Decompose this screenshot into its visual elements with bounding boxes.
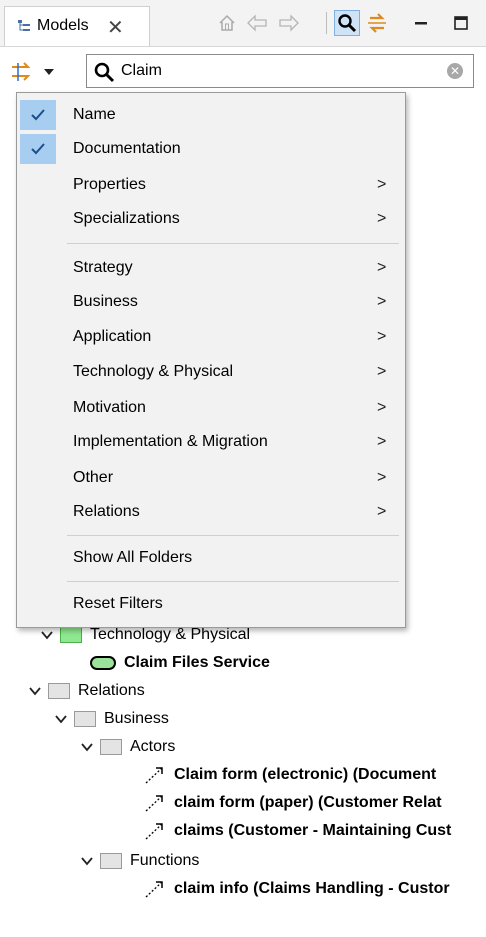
search-input[interactable]: [121, 58, 441, 84]
menu-item-technology-physical[interactable]: Technology & Physical >: [17, 355, 405, 389]
relation-icon: [145, 881, 163, 898]
minimize-icon[interactable]: [408, 10, 434, 36]
menu-item-specializations[interactable]: Specializations >: [17, 202, 405, 236]
menu-separator: [67, 581, 399, 582]
tree-label: Functions: [130, 852, 200, 869]
menu-item-implementation-migration[interactable]: Implementation & Migration >: [17, 425, 405, 459]
menu-item-label: Relations: [73, 503, 140, 520]
chevron-down-icon[interactable]: [80, 854, 94, 868]
submenu-arrow-icon: >: [377, 469, 387, 486]
check-icon: [20, 100, 56, 130]
relation-icon: [145, 767, 163, 784]
submenu-arrow-icon: >: [377, 259, 387, 276]
menu-item-label: Motivation: [73, 399, 146, 416]
tree-row-actors-folder[interactable]: Actors: [80, 734, 175, 760]
submenu-arrow-icon: >: [377, 503, 387, 520]
filter-dropdown-menu: Name Documentation Properties > Speciali…: [16, 92, 406, 628]
menu-item-label: Implementation & Migration: [73, 433, 268, 450]
tree-row-relation-item[interactable]: claims (Customer - Maintaining Cust: [144, 818, 451, 844]
submenu-arrow-icon: >: [377, 176, 387, 193]
menu-item-show-all-folders[interactable]: Show All Folders: [17, 541, 405, 575]
chevron-down-icon[interactable]: [54, 712, 68, 726]
tree-row-relation-item[interactable]: claim form (paper) (Customer Relat: [144, 790, 442, 816]
relation-icon: [145, 795, 163, 812]
folder-icon: [100, 739, 122, 755]
submenu-arrow-icon: >: [377, 293, 387, 310]
clear-search-icon[interactable]: ✕: [447, 63, 463, 79]
submenu-arrow-icon: >: [377, 328, 387, 345]
relation-icon: [145, 823, 163, 840]
link-to-editor-icon[interactable]: [364, 10, 390, 36]
submenu-arrow-icon: >: [377, 399, 387, 416]
menu-item-business[interactable]: Business >: [17, 285, 405, 319]
folder-icon: [74, 711, 96, 727]
menu-item-relations[interactable]: Relations >: [17, 495, 405, 529]
menu-item-documentation[interactable]: Documentation: [17, 132, 405, 166]
tree-row-relations-folder[interactable]: Relations: [28, 678, 145, 704]
tree-label: Technology & Physical: [90, 626, 251, 643]
toolbar-separator: [326, 12, 327, 34]
menu-item-label: Business: [73, 293, 138, 310]
menu-item-properties[interactable]: Properties >: [17, 168, 405, 202]
close-icon[interactable]: ✕: [107, 15, 124, 40]
search-icon: [338, 14, 357, 33]
search-box: ✕: [86, 54, 474, 88]
menu-item-label: Reset Filters: [73, 595, 163, 612]
menu-item-name[interactable]: Name: [17, 98, 405, 132]
menu-item-label: Other: [73, 469, 114, 486]
folder-icon: [48, 683, 70, 699]
filter-options-button[interactable]: [10, 58, 70, 86]
menu-item-label: Name: [73, 106, 116, 123]
menu-item-label: Application: [73, 328, 152, 345]
menu-item-label: Technology & Physical: [73, 363, 234, 380]
menu-item-label: Properties: [73, 176, 146, 193]
tree-label: Actors: [130, 738, 176, 755]
menu-item-application[interactable]: Application >: [17, 320, 405, 354]
tree-label: claim info (Claims Handling - Custor: [174, 880, 450, 897]
menu-separator: [67, 535, 399, 536]
service-icon: [90, 656, 116, 670]
chevron-down-icon[interactable]: [28, 684, 42, 698]
tab-title: Models: [37, 17, 89, 34]
forward-arrow-icon[interactable]: [276, 10, 302, 36]
menu-separator: [67, 243, 399, 244]
menu-item-label: Strategy: [73, 259, 133, 276]
menu-item-reset-filters[interactable]: Reset Filters: [17, 587, 405, 621]
menu-item-other[interactable]: Other >: [17, 461, 405, 495]
tree-label: Relations: [78, 682, 145, 699]
check-icon: [20, 134, 56, 164]
tree-label: Business: [104, 710, 169, 727]
menu-item-motivation[interactable]: Motivation >: [17, 391, 405, 425]
chevron-down-icon[interactable]: [40, 628, 54, 642]
submenu-arrow-icon: >: [377, 363, 387, 380]
tree-label: Claim form (electronic) (Document: [174, 766, 437, 783]
chevron-down-icon: [44, 69, 54, 75]
view-tab-bar: Models ✕: [0, 0, 486, 47]
tree-row-claim-files-service[interactable]: Claim Files Service: [90, 650, 270, 676]
model-tree-icon: [18, 20, 30, 31]
folder-icon: [100, 853, 122, 869]
tree-row-relation-item[interactable]: claim info (Claims Handling - Custor: [144, 876, 450, 902]
home-icon[interactable]: [214, 10, 240, 36]
chevron-down-icon[interactable]: [80, 740, 94, 754]
menu-item-label: Show All Folders: [73, 549, 193, 566]
tree-label: claims (Customer - Maintaining Cust: [174, 822, 452, 839]
tree-label: Claim Files Service: [124, 654, 270, 671]
menu-item-strategy[interactable]: Strategy >: [17, 251, 405, 285]
submenu-arrow-icon: >: [377, 210, 387, 227]
tree-row-relation-item[interactable]: Claim form (electronic) (Document: [144, 762, 436, 788]
submenu-arrow-icon: >: [377, 433, 387, 450]
filter-icon: [12, 62, 31, 81]
search-icon: [94, 62, 115, 83]
tree-row-business-folder[interactable]: Business: [54, 706, 169, 732]
menu-item-label: Specializations: [73, 210, 180, 227]
back-arrow-icon[interactable]: [244, 10, 270, 36]
menu-item-label: Documentation: [73, 140, 181, 157]
maximize-icon[interactable]: [448, 10, 474, 36]
tree-row-functions-folder[interactable]: Functions: [80, 848, 199, 874]
tree-label: claim form (paper) (Customer Relat: [174, 794, 442, 811]
models-tab[interactable]: Models ✕: [4, 6, 150, 46]
search-filter-toggle[interactable]: [334, 10, 360, 36]
folder-icon: [60, 627, 82, 643]
